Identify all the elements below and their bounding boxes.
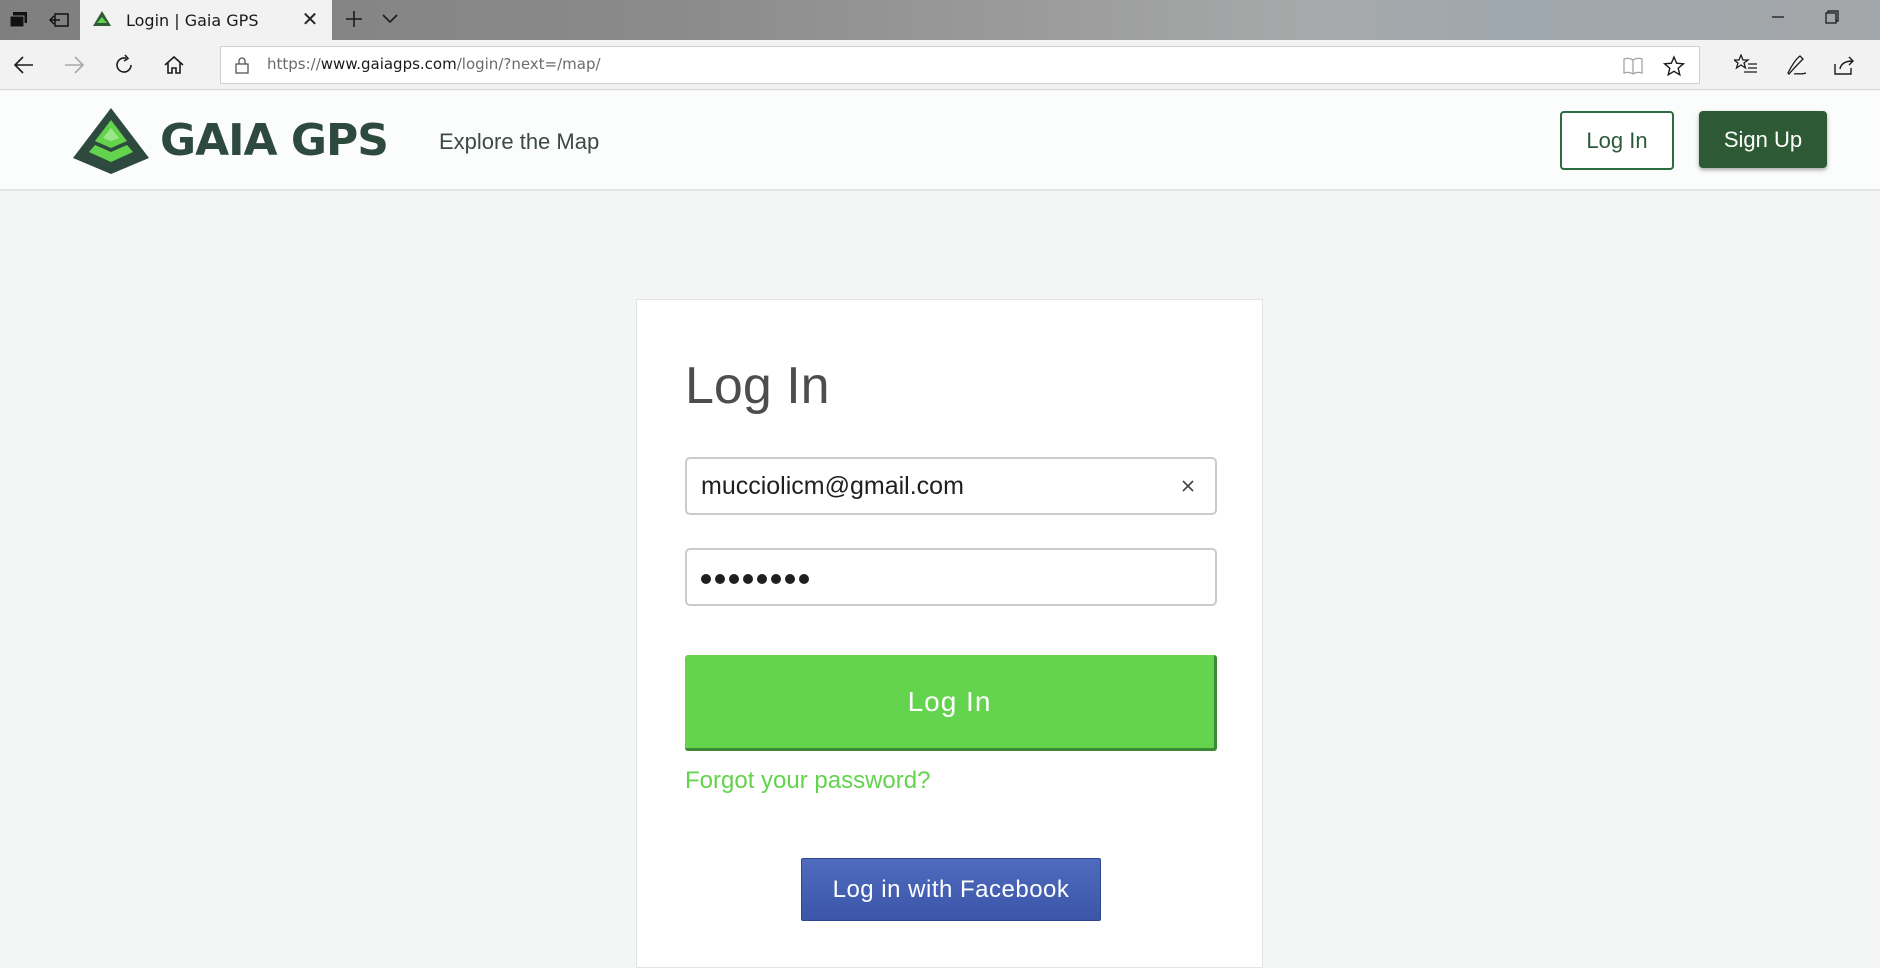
- active-tab[interactable]: Login | Gaia GPS ✕: [80, 0, 332, 40]
- site-header: GAIA GPS Explore the Map Log In Sign Up: [0, 91, 1880, 191]
- password-field[interactable]: [685, 548, 1217, 606]
- brand-wordmark[interactable]: GAIA GPS: [160, 115, 389, 166]
- url-text[interactable]: https://www.gaiagps.com/login/?next=/map…: [267, 55, 601, 73]
- password-dot: [785, 574, 795, 584]
- password-dot: [729, 574, 739, 584]
- reading-view-icon[interactable]: [1621, 54, 1645, 78]
- login-submit-button[interactable]: Log In: [685, 655, 1217, 751]
- minimize-icon[interactable]: [1764, 6, 1792, 34]
- url-domain: www.gaiagps.com: [320, 55, 457, 73]
- tab-title: Login | Gaia GPS: [126, 10, 259, 30]
- header-login-button[interactable]: Log In: [1560, 111, 1674, 170]
- password-dot: [715, 574, 725, 584]
- url-path: /login/?next=/map/: [456, 55, 601, 73]
- tab-preview-chevron-icon[interactable]: [380, 8, 404, 32]
- close-tab-icon[interactable]: ✕: [298, 8, 322, 32]
- share-icon[interactable]: [1830, 51, 1858, 79]
- explore-map-link[interactable]: Explore the Map: [439, 129, 599, 155]
- favorite-star-icon[interactable]: [1662, 54, 1686, 78]
- new-tab-icon[interactable]: [340, 6, 368, 34]
- web-note-pen-icon[interactable]: [1782, 51, 1810, 79]
- home-icon[interactable]: [160, 51, 188, 79]
- lock-icon: [235, 57, 249, 74]
- clear-input-icon[interactable]: [1179, 477, 1197, 495]
- forward-icon[interactable]: [60, 51, 88, 79]
- password-dot: [757, 574, 767, 584]
- refresh-icon[interactable]: [110, 51, 138, 79]
- restore-icon[interactable]: [1818, 6, 1846, 34]
- email-field[interactable]: mucciolicm@gmail.com: [685, 457, 1217, 515]
- password-dot: [771, 574, 781, 584]
- password-dot: [743, 574, 753, 584]
- gaia-logo-icon[interactable]: [73, 108, 149, 174]
- set-aside-tabs-icon[interactable]: [48, 9, 70, 31]
- url-prefix: https://: [267, 55, 321, 73]
- browser-navbar: https://www.gaiagps.com/login/?next=/map…: [0, 40, 1880, 90]
- address-bar[interactable]: https://www.gaiagps.com/login/?next=/map…: [220, 46, 1700, 84]
- login-card: Log In mucciolicm@gmail.com Log In Forgo…: [636, 299, 1263, 968]
- password-dot: [799, 574, 809, 584]
- back-icon[interactable]: [10, 51, 38, 79]
- forgot-password-link[interactable]: Forgot your password?: [685, 767, 930, 795]
- browser-titlebar: Login | Gaia GPS ✕: [0, 0, 1880, 40]
- email-value: mucciolicm@gmail.com: [701, 472, 964, 500]
- password-dot: [701, 574, 711, 584]
- header-signup-button[interactable]: Sign Up: [1699, 111, 1827, 168]
- password-mask: [701, 564, 809, 584]
- login-title: Log In: [685, 357, 830, 415]
- gaia-favicon-icon: [93, 11, 111, 26]
- favorites-hub-icon[interactable]: [1732, 51, 1760, 79]
- tab-actions-icon[interactable]: [8, 9, 30, 31]
- facebook-login-button[interactable]: Log in with Facebook: [801, 858, 1101, 921]
